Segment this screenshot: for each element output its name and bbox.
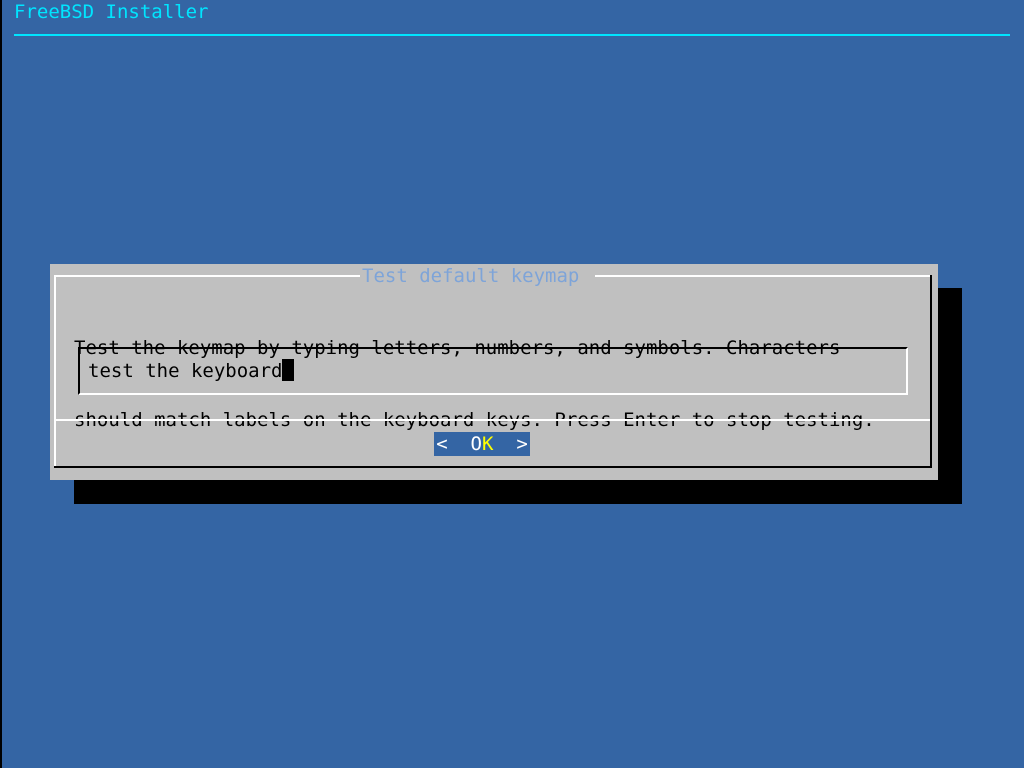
ok-button-label: OK — [471, 433, 494, 455]
screen-left-edge — [0, 0, 2, 768]
dialog-frame-top-right — [595, 275, 931, 277]
ok-button-left-bracket: < — [436, 433, 448, 455]
input-value-text: test the keyboard — [88, 360, 283, 382]
text-cursor — [282, 359, 295, 381]
dialog-title: Test default keymap — [362, 265, 580, 287]
dialog-frame-right — [930, 275, 932, 468]
dialog-frame-top-left — [56, 275, 360, 277]
ok-button-hotkey: K — [482, 433, 494, 455]
dialog-frame-left — [54, 275, 56, 468]
ok-button-right-bracket: > — [516, 433, 528, 455]
installer-backtitle: FreeBSD Installer — [14, 1, 209, 23]
keymap-test-dialog: Test default keymap Test the keymap by t… — [50, 264, 938, 480]
button-area-separator — [56, 419, 930, 421]
keymap-test-input[interactable]: test the keyboard — [78, 347, 908, 395]
backtitle-divider — [14, 34, 1010, 36]
keymap-test-input-value[interactable]: test the keyboard — [88, 359, 295, 383]
ok-button-label-first: O — [470, 433, 482, 455]
ok-button[interactable]: < OK > — [434, 432, 530, 456]
